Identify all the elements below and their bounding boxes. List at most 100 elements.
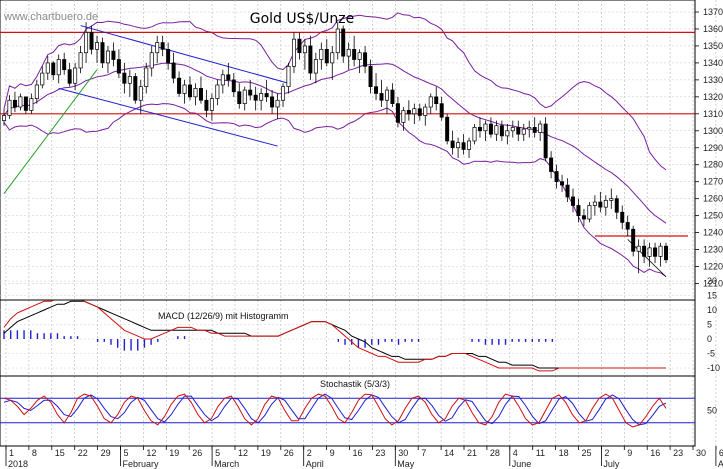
candle-body	[516, 127, 521, 135]
candle-body	[302, 45, 307, 54]
candle-body	[406, 110, 411, 115]
month-label: April	[306, 459, 324, 469]
candle-body	[56, 59, 61, 76]
candle-body	[636, 245, 641, 252]
watermark: www.chartbuero.de	[3, 11, 98, 23]
candle-body	[631, 228, 636, 252]
candle-body	[603, 200, 608, 208]
x-tick-label: 4	[513, 448, 518, 458]
candle-body	[89, 32, 94, 50]
price-tick-label: 1320	[703, 92, 723, 102]
candle-body	[144, 67, 149, 88]
x-tick-label: 22	[78, 448, 88, 458]
candle-body	[100, 42, 105, 64]
candle-body	[620, 211, 625, 223]
x-tick-label: 5	[124, 448, 129, 458]
candle-body	[138, 86, 143, 101]
price-tick-label: 1270	[703, 177, 723, 187]
candle-body	[193, 88, 198, 98]
price-tick-label: 1370	[703, 7, 723, 17]
x-tick-label: 23	[375, 448, 385, 458]
candle-body	[111, 50, 116, 60]
candle-body	[625, 222, 630, 230]
candle-body	[242, 89, 247, 104]
x-tick-label: 9	[627, 448, 632, 458]
x-tick-label: 9	[330, 448, 335, 458]
candle-body	[510, 127, 515, 132]
candle-body	[357, 52, 362, 60]
candle-body	[374, 86, 379, 94]
candle-body	[477, 127, 482, 132]
candle-body	[105, 50, 110, 64]
candle-body	[505, 130, 510, 137]
candle-body	[127, 76, 132, 84]
price-tick-label: 1220	[703, 262, 723, 272]
candle-body	[614, 198, 619, 213]
candle-body	[368, 65, 373, 88]
candle-body	[297, 38, 302, 54]
candle-body	[40, 72, 45, 86]
x-tick-label: 2	[604, 448, 609, 458]
candle-body	[521, 128, 526, 135]
x-tick-label: 26	[192, 448, 202, 458]
candle-body	[571, 196, 575, 206]
candle-body	[198, 88, 203, 101]
x-tick-label: 12	[146, 448, 156, 458]
candle-body	[34, 84, 39, 99]
x-tick-label: 30	[696, 448, 706, 458]
price-tick-label: 1360	[703, 24, 723, 34]
macd-tick-label: 10	[707, 305, 717, 315]
candle-body	[188, 84, 193, 98]
candle-body	[313, 59, 318, 74]
candle-body	[155, 42, 160, 54]
candle-body	[494, 125, 499, 135]
x-tick-label: 19	[169, 448, 179, 458]
candle-body	[160, 42, 165, 50]
candle-body	[209, 98, 214, 111]
candle-body	[237, 91, 242, 104]
price-tick-label: 1260	[703, 194, 723, 204]
candle-body	[264, 93, 269, 98]
macd-tick-label: 0	[707, 334, 712, 344]
month-label: March	[214, 459, 239, 469]
candle-body	[587, 205, 592, 220]
stochastic-title: Stochastik (5/3/3)	[320, 379, 390, 389]
stochastic-tick-label: 50	[707, 406, 717, 416]
month-label: 2018	[8, 459, 28, 469]
month-label: June	[512, 459, 532, 469]
candle-body	[286, 65, 291, 88]
candle-body	[220, 74, 225, 86]
candle-body	[204, 99, 209, 111]
candle-body	[664, 245, 668, 261]
x-tick-label: 15	[55, 448, 65, 458]
candle-body	[538, 123, 543, 133]
x-tick-label: 30	[398, 448, 408, 458]
x-tick-label: 14	[444, 448, 454, 458]
candle-body	[270, 96, 275, 108]
candle-body	[259, 93, 264, 101]
candle-body	[341, 28, 346, 57]
candle-body	[67, 69, 72, 84]
price-tick-label: 1280	[703, 160, 723, 170]
candle-body	[653, 247, 658, 257]
candle-body	[177, 77, 182, 94]
x-tick-label: 25	[582, 448, 592, 458]
candle-body	[51, 62, 56, 76]
candle-body	[226, 74, 231, 81]
x-tick-label: 16	[353, 448, 363, 458]
candle-body	[363, 52, 368, 67]
x-tick-label: 28	[490, 448, 500, 458]
candle-body	[384, 89, 389, 101]
candle-body	[488, 123, 493, 135]
candle-body	[543, 123, 548, 159]
x-tick-label: 21	[467, 448, 477, 458]
candle-body	[62, 59, 67, 71]
candle-body	[166, 48, 171, 64]
x-tick-label: 26	[284, 448, 294, 458]
candle-body	[171, 62, 176, 79]
macd-tick-label: -5	[707, 349, 715, 359]
x-tick-label: 1	[9, 448, 14, 458]
price-tick-label: 1350	[703, 41, 723, 51]
candle-body	[450, 140, 455, 149]
candle-body	[576, 205, 581, 216]
